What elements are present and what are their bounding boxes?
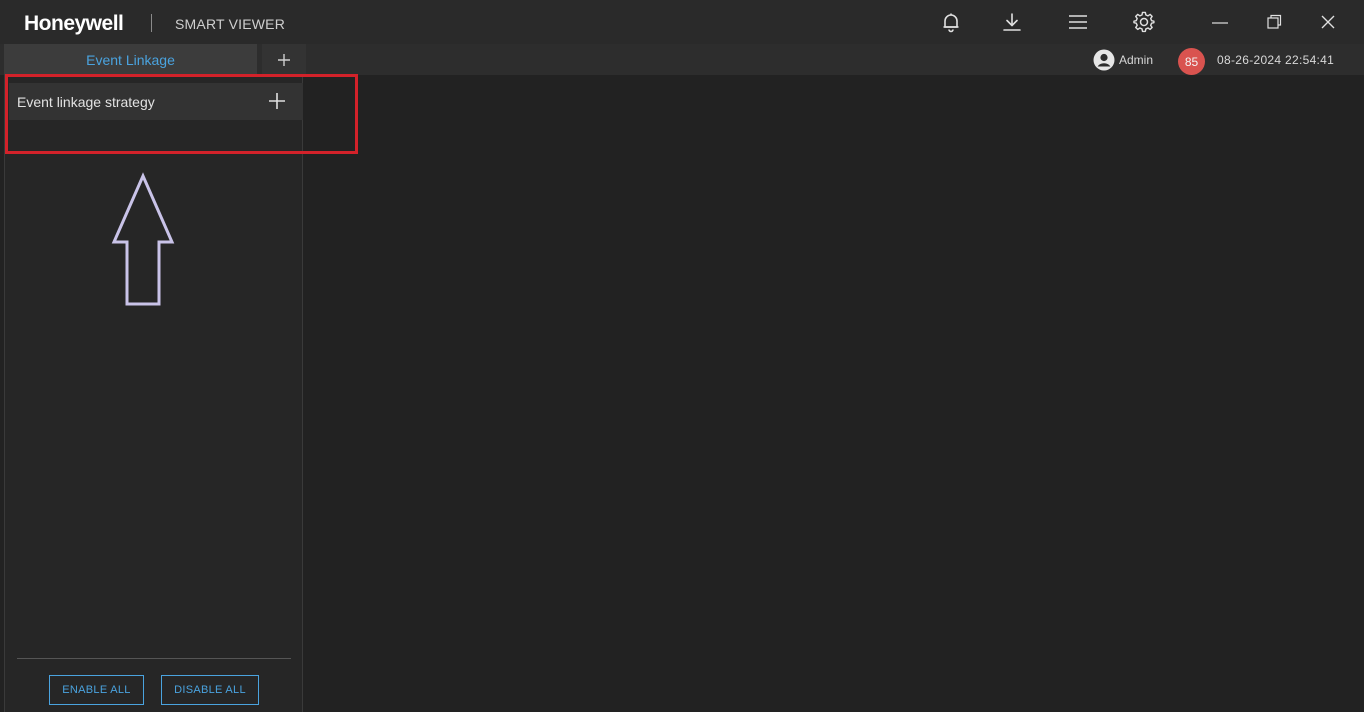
strategy-header: Event linkage strategy xyxy=(9,83,303,120)
enable-all-button[interactable]: ENABLE ALL xyxy=(49,675,144,705)
strategy-title: Event linkage strategy xyxy=(17,93,155,110)
strategy-panel: Event linkage strategy ENABLE ALL DISABL… xyxy=(4,75,303,712)
tab-bar: Event Linkage Admin 85 08-26-2024 22:54:… xyxy=(0,44,1364,75)
disable-all-button[interactable]: DISABLE ALL xyxy=(161,675,259,705)
plus-icon xyxy=(278,53,290,66)
restore-icon[interactable] xyxy=(1263,11,1285,33)
current-datetime: 08-26-2024 22:54:41 xyxy=(1217,53,1335,67)
menu-icon[interactable] xyxy=(1067,11,1089,33)
brand-separator xyxy=(151,14,152,32)
download-icon[interactable] xyxy=(1001,11,1023,33)
user-name[interactable]: Admin xyxy=(1119,53,1153,67)
brand-logo: Honeywell xyxy=(24,12,124,35)
gear-icon[interactable] xyxy=(1133,11,1155,33)
add-tab-button[interactable] xyxy=(262,44,306,75)
add-strategy-button[interactable] xyxy=(267,91,287,111)
panel-divider xyxy=(17,658,291,659)
notification-badge[interactable]: 85 xyxy=(1178,48,1205,75)
bell-icon[interactable] xyxy=(940,11,962,33)
tab-event-linkage[interactable]: Event Linkage xyxy=(4,44,257,75)
product-name: SMART VIEWER xyxy=(175,16,286,32)
minimize-icon[interactable] xyxy=(1209,11,1231,33)
app-window: Honeywell SMART VIEWER Event Linkage Adm… xyxy=(0,0,1364,712)
close-icon[interactable] xyxy=(1317,11,1339,33)
title-bar: Honeywell SMART VIEWER xyxy=(0,0,1364,44)
user-avatar-icon[interactable] xyxy=(1093,49,1115,71)
